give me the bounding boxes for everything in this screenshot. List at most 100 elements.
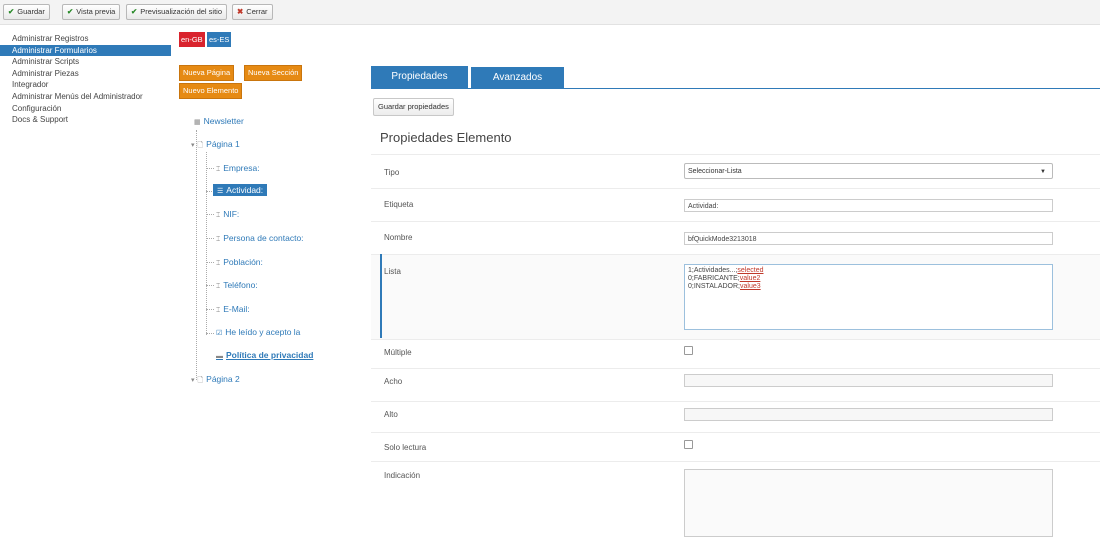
sidebar: Administrar Registros Administrar Formul… [0, 33, 171, 126]
multiple-checkbox[interactable] [684, 346, 693, 355]
tree-element-label: NIF: [223, 209, 240, 219]
folder-icon: ▬ [216, 353, 223, 360]
vista-previa-label: Vista previa [76, 7, 116, 16]
prop-row-multiple: Múltiple [371, 339, 1100, 368]
tree-page-1-label: Página 1 [206, 139, 240, 149]
tree-page-1[interactable]: ▾ 🗋 Página 1 [191, 139, 240, 152]
tree-element-actividad[interactable]: ☰ Actividad: [213, 184, 268, 196]
prop-label-alto: Alto [384, 410, 398, 419]
nueva-pagina-button[interactable]: Nueva Página [179, 65, 235, 81]
guardar-label: Guardar [17, 7, 45, 16]
tree-root[interactable]: ▦ Newsletter [194, 116, 244, 126]
prop-label-solo-lectura: Solo lectura [384, 443, 427, 452]
tree-element-label: Población: [223, 257, 263, 267]
vista-previa-button[interactable]: ✔ Vista previa [62, 4, 121, 20]
property-tabs: Propiedades Avanzados [371, 66, 1100, 89]
tree-element-label: Persona de contacto: [223, 233, 304, 243]
tree-element-persona[interactable]: ⌶ Persona de contacto: [216, 233, 304, 244]
indicacion-textarea[interactable] [684, 469, 1053, 537]
select-icon: ☰ [217, 188, 224, 195]
textfield-icon: ⌶ [216, 283, 221, 290]
sidebar-item-registros[interactable]: Administrar Registros [11, 33, 171, 45]
lista-line: 0;FABRICANTE;value2 [688, 275, 761, 282]
panel-title: Propiedades Elemento [380, 130, 512, 145]
textfield-icon: ⌶ [216, 260, 221, 267]
tree-branch [206, 309, 214, 310]
previsualizacion-label: Previsualización del sitio [140, 7, 223, 16]
tree-element-label: Empresa: [223, 163, 260, 173]
guardar-propiedades-button[interactable]: Guardar propiedades [373, 98, 454, 116]
etiqueta-input[interactable]: Actividad: [684, 199, 1053, 212]
check-icon: ✔ [131, 7, 138, 16]
textfield-icon: ⌶ [216, 307, 221, 314]
prop-label-nombre: Nombre [384, 233, 413, 242]
sidebar-item-piezas[interactable]: Administrar Piezas [11, 68, 171, 80]
nueva-seccion-button[interactable]: Nueva Sección [244, 65, 303, 81]
cerrar-label: Cerrar [246, 7, 268, 16]
tree-element-acepto[interactable]: ☑ He leído y acepto la [216, 327, 300, 337]
tree-element-telefono[interactable]: ⌶ Teléfono: [216, 280, 258, 291]
prop-label-lista: Lista [384, 267, 401, 276]
prop-label-ancho: Acho [384, 377, 403, 386]
textfield-icon: ⌶ [216, 166, 221, 173]
lista-textarea[interactable]: 1;Actividades...;selected 0;FABRICANTE;v… [684, 264, 1053, 330]
tipo-select[interactable]: Seleccionar-Lista ▼ [684, 163, 1053, 179]
tab-propiedades[interactable]: Propiedades [371, 66, 468, 88]
tree-branch [206, 214, 214, 215]
tree-element-nif[interactable]: ⌶ NIF: [216, 209, 239, 220]
sidebar-item-configuracion[interactable]: Configuración [11, 103, 171, 115]
lang-en-gb[interactable]: en-GB [179, 32, 205, 47]
tree-line [206, 152, 207, 335]
toolbar: ✔ Guardar ✔ Vista previa ✔ Previsualización… [0, 0, 1100, 25]
tree-element-label: E-Mail: [223, 304, 250, 314]
chevron-down-icon: ▾ [191, 142, 195, 149]
previsualizacion-button[interactable]: ✔ Previsualización del sitio [126, 4, 228, 20]
guardar-button[interactable]: ✔ Guardar [3, 4, 50, 20]
tree-element-label: He leído y acepto la [225, 327, 301, 337]
sidebar-item-scripts[interactable]: Administrar Scripts [11, 56, 171, 68]
tipo-select-value: Seleccionar-Lista [688, 168, 742, 175]
tree-element-label: Actividad: [226, 185, 264, 195]
sidebar-item-formularios[interactable]: Administrar Formularios [0, 44, 171, 57]
nuevo-elemento-button[interactable]: Nuevo Elemento [179, 83, 243, 99]
prop-label-etiqueta: Etiqueta [384, 200, 414, 209]
sidebar-item-integrador[interactable]: Integrador [11, 79, 171, 91]
tree-line [196, 130, 197, 380]
lista-line: 0;INSTALADOR;value3 [688, 283, 761, 290]
form-icon: ▦ [194, 119, 201, 126]
close-circle-icon: ✖ [237, 7, 244, 16]
tree-element-label: Teléfono: [223, 280, 258, 290]
lang-es-es[interactable]: es-ES [207, 32, 232, 47]
alto-input[interactable] [684, 408, 1053, 421]
tree-branch [206, 285, 214, 286]
cerrar-button[interactable]: ✖ Cerrar [232, 4, 273, 20]
check-icon: ✔ [67, 7, 74, 16]
tab-avanzados[interactable]: Avanzados [471, 67, 564, 89]
sidebar-item-docs[interactable]: Docs & Support [11, 114, 171, 126]
tree-section-privacidad[interactable]: ▬ Política de privacidad [216, 350, 313, 360]
tree-branch [206, 333, 214, 334]
prop-label-multiple: Múltiple [384, 348, 412, 357]
tree-branch [206, 238, 214, 239]
tree-element-poblacion[interactable]: ⌶ Población: [216, 257, 263, 268]
textfield-icon: ⌶ [216, 236, 221, 243]
tree-branch [206, 168, 214, 169]
page-icon: 🗋 [197, 142, 204, 149]
ancho-input[interactable] [684, 374, 1053, 387]
tree-element-empresa[interactable]: ⌶ Empresa: [216, 163, 260, 174]
solo-lectura-checkbox[interactable] [684, 440, 693, 449]
tree-root-label: Newsletter [203, 116, 244, 126]
tree-element-email[interactable]: ⌶ E-Mail: [216, 304, 250, 315]
checkbox-icon: ☑ [216, 330, 223, 337]
prop-row-solo-lectura: Solo lectura [371, 432, 1100, 461]
prop-label-indicacion: Indicación [384, 471, 421, 480]
chevron-down-icon: ▾ [191, 377, 195, 384]
check-icon: ✔ [8, 7, 15, 16]
tree-page-2[interactable]: ▾ 🗋 Página 2 [191, 374, 240, 387]
nombre-input[interactable]: bfQuickMode3213018 [684, 232, 1053, 245]
sidebar-item-menus[interactable]: Administrar Menús del Administrador [11, 91, 171, 103]
tree-page-2-label: Página 2 [206, 374, 240, 384]
page-icon: 🗋 [197, 377, 204, 384]
active-row-indicator [380, 254, 382, 338]
tree-branch [206, 262, 214, 263]
